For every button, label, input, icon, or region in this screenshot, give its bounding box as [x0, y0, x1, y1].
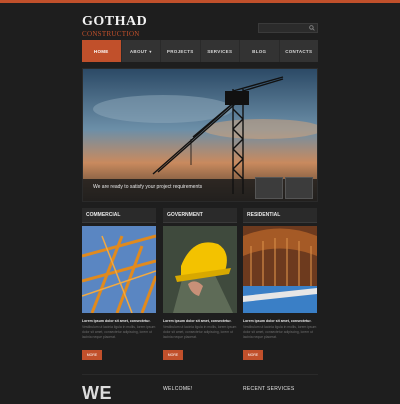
- logo-title: GOTHAD: [82, 14, 148, 29]
- more-button[interactable]: MORE: [163, 350, 183, 360]
- feature-residential: RESIDENTIAL Lorem ipsum dolor sit amet, …: [243, 208, 317, 360]
- nav-label: CONTACTS: [285, 48, 313, 54]
- nav-label: PROJECTS: [166, 48, 194, 54]
- search-input[interactable]: [258, 23, 318, 33]
- main-nav: HOME ABOUT ▾ PROJECTS SERVICES BLOG CONTA…: [82, 40, 318, 62]
- feature-commercial: COMMERCIAL Lorem ipsum dolor sit amet, c…: [82, 208, 156, 360]
- logo-tagline: CONSTRUCTION: [82, 30, 140, 38]
- nav-item-blog[interactable]: BLOG: [240, 40, 280, 62]
- nav-item-home[interactable]: HOME: [82, 40, 122, 62]
- hero-thumbnail[interactable]: [285, 177, 313, 199]
- government-image[interactable]: [163, 226, 237, 313]
- nav-item-services[interactable]: SERVICES: [201, 40, 240, 62]
- chevron-down-icon: ▾: [149, 48, 152, 54]
- top-accent-bar: [0, 0, 400, 3]
- feature-government: GOVERNMENT Lorem ipsum dolor sit amet, c…: [163, 208, 237, 360]
- hero-slider[interactable]: We are ready to satisfy your project req…: [82, 68, 318, 202]
- nav-item-contacts[interactable]: CONTACTS: [280, 40, 319, 62]
- feature-lead: Lorem ipsum dolor sit amet, consectetur.: [82, 319, 151, 323]
- recent-services-heading: RECENT SERVICES: [243, 386, 295, 392]
- nav-label: BLOG: [252, 48, 267, 54]
- feature-lead: Lorem ipsum dolor sit amet, consectetur.: [163, 319, 232, 323]
- feature-lead: Lorem ipsum dolor sit amet, consectetur.: [243, 319, 312, 323]
- nav-item-projects[interactable]: PROJECTS: [161, 40, 201, 62]
- hero-thumbnail[interactable]: [255, 177, 283, 199]
- nav-label: SERVICES: [207, 48, 233, 54]
- feature-body: Vestibulum ut lacinia ligula in mollis, …: [243, 325, 317, 339]
- feature-body: Vestibulum ut lacinia ligula in mollis, …: [163, 325, 237, 339]
- feature-title: RESIDENTIAL: [243, 208, 317, 223]
- feature-title: COMMERCIAL: [82, 208, 156, 223]
- feature-title: GOVERNMENT: [163, 208, 237, 223]
- hero-caption: We are ready to satisfy your project req…: [93, 184, 203, 190]
- search-icon[interactable]: [309, 25, 315, 31]
- section-divider: [82, 374, 318, 375]
- more-button[interactable]: MORE: [82, 350, 102, 360]
- commercial-image[interactable]: [82, 226, 156, 313]
- we-heading: WE: [82, 383, 112, 403]
- nav-item-about[interactable]: ABOUT ▾: [122, 40, 161, 62]
- nav-label: ABOUT: [129, 48, 148, 54]
- logo[interactable]: GOTHAD CONSTRUCTION: [82, 14, 148, 39]
- residential-image[interactable]: [243, 226, 317, 313]
- welcome-heading: WELCOME!: [163, 386, 193, 392]
- more-button[interactable]: MORE: [243, 350, 263, 360]
- feature-body: Vestibulum ut lacinia ligula in mollis, …: [82, 325, 156, 339]
- nav-label: HOME: [93, 48, 109, 54]
